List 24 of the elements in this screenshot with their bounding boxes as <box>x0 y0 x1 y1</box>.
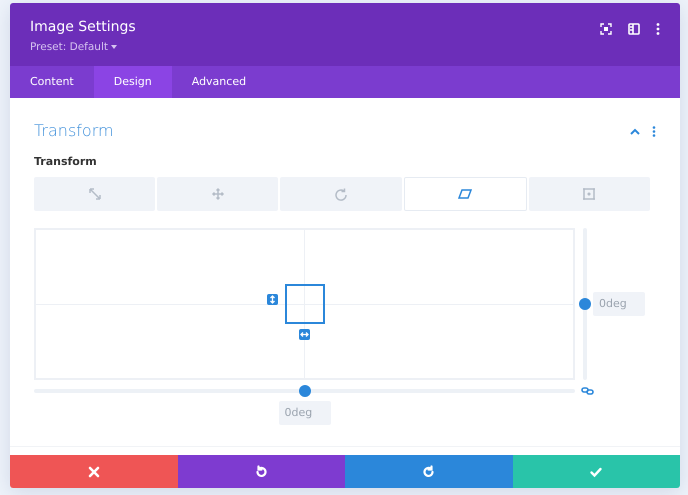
focus-icon[interactable] <box>600 23 612 35</box>
more-icon[interactable] <box>652 126 656 136</box>
window-title: Image Settings <box>30 18 136 37</box>
horizontal-skew-handle-icon[interactable] <box>298 328 310 340</box>
rotate-icon <box>333 186 349 200</box>
link-icon[interactable] <box>581 386 594 394</box>
more-icon[interactable] <box>656 23 660 35</box>
move-icon <box>210 186 226 200</box>
chevron-up-icon[interactable] <box>630 128 640 134</box>
vertical-skew-handle-icon[interactable] <box>266 294 278 304</box>
redo-icon <box>422 464 436 478</box>
undo-icon <box>254 464 268 478</box>
settings-tab[interactable]: Content <box>10 66 94 98</box>
scale-arrows-icon <box>86 186 103 200</box>
origin-square-icon <box>581 186 598 200</box>
settings-tab[interactable]: Design <box>94 66 172 98</box>
section-title[interactable]: Transform <box>34 119 114 143</box>
field-label: Transform <box>34 154 98 170</box>
preset-dropdown[interactable]: Preset: Default <box>30 40 118 56</box>
close-icon <box>86 464 101 478</box>
parallelogram-icon <box>457 186 474 200</box>
caret-icon <box>111 45 118 50</box>
settings-tab[interactable]: Advanced <box>172 66 266 98</box>
sidebar-icon[interactable] <box>628 23 640 35</box>
